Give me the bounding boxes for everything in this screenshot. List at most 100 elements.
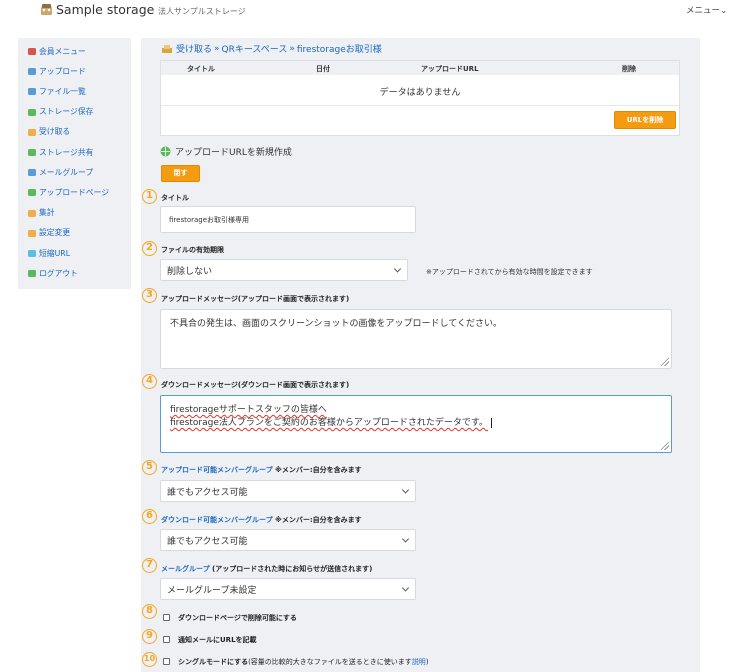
expiry-note: ※アップロードされてから有効な時間を設定できます [426, 268, 593, 276]
sidebar-item-label: アップロード [39, 66, 86, 76]
sidebar-item-mail-group[interactable]: メールグループ [27, 165, 93, 179]
resize-handle-icon[interactable] [661, 358, 669, 366]
url-in-notification-label[interactable]: 通知メールにURLを記載 [178, 635, 257, 645]
sidebar-item-short-url[interactable]: 短縮URL [27, 246, 70, 260]
mail-group-select[interactable]: メールグループ未設定 [160, 578, 416, 600]
breadcrumb-separator: » [214, 43, 220, 54]
download-message-line-1: firestorageサポートスタッフの皆様へ [170, 405, 327, 415]
chevron-down-icon [401, 535, 410, 543]
member-icon [27, 46, 37, 56]
sidebar-item-label: ストレージ保存 [39, 107, 94, 117]
sidebar-item-storage-share[interactable]: ストレージ共有 [27, 145, 93, 159]
step-number-8: 8 [142, 604, 157, 619]
close-button[interactable]: 閉す [161, 165, 200, 182]
logo[interactable]: Sample storage [40, 2, 154, 17]
sidebar-item-label: メールグループ [39, 167, 94, 177]
sidebar-item-logout[interactable]: ログアウト [27, 266, 78, 280]
breadcrumb-item-qr-keyspace[interactable]: QRキースペース [222, 42, 288, 55]
sidebar-item-label: ストレージ共有 [39, 147, 94, 157]
breadcrumb-item-current[interactable]: firestorageお取引様 [297, 42, 382, 55]
download-member-group-link[interactable]: ダウンロード可能メンバーグループ [161, 516, 273, 524]
single-mode-note-end: ) [425, 658, 429, 666]
breadcrumb: 受け取る » QRキースペース » firestorageお取引様 [161, 42, 382, 55]
delete-on-download-page-label[interactable]: ダウンロードページで削除可能にする [178, 613, 297, 623]
upload-message-textarea[interactable]: 不具合の発生は、画面のスクリーンショットの画像をアップロードしてください。 [160, 309, 672, 369]
top-header: Sample storage 法人サンプルストレージ メニュー⌄ [0, 0, 746, 22]
sidebar-item-label: ログアウト [39, 268, 78, 278]
delete-url-button[interactable]: URLを削除 [614, 111, 676, 129]
resize-handle-icon[interactable] [661, 442, 669, 450]
chevron-down-icon [393, 265, 402, 273]
column-upload-url: アップロードURL [421, 65, 479, 73]
mail-group-value: メールグループ未設定 [167, 585, 257, 596]
logo-text: Sample storage [56, 2, 155, 17]
storage-share-icon [27, 147, 37, 157]
sidebar-item-upload[interactable]: アップロード [27, 64, 86, 78]
single-mode-label: シングルモードにする(容量の比較的大きなファイルを送るときに使います説明) [178, 657, 429, 667]
chevron-down-icon [401, 486, 410, 494]
download-member-group-value: 誰でもアクセス可能 [167, 536, 248, 547]
expiry-select-value: 削除しない [167, 266, 213, 277]
upload-message-label: アップロードメッセージ(アップロード画面で表示されます) [161, 295, 350, 303]
sidebar-item-settings[interactable]: 設定変更 [27, 226, 70, 240]
expiry-select[interactable]: 削除しない [160, 259, 408, 281]
storage-save-icon [27, 107, 37, 117]
new-upload-url-header: アップロードURLを新規作成 [160, 145, 292, 158]
breadcrumb-item-receive[interactable]: 受け取る [176, 42, 212, 55]
upload-page-icon [27, 187, 37, 197]
step-number-2: 2 [142, 241, 157, 256]
step-number-10: 10 [142, 652, 157, 667]
sidebar-item-label: ファイル一覧 [39, 86, 86, 96]
stats-icon [27, 208, 37, 218]
table-divider [161, 105, 679, 106]
upload-member-group-note: ※メンバー:自分を含みます [272, 466, 362, 474]
url-in-notification-checkbox[interactable] [163, 636, 170, 643]
sidebar-item-stats[interactable]: 集計 [27, 206, 55, 220]
receive-icon [27, 127, 37, 137]
single-mode-text[interactable]: シングルモードにする [178, 658, 248, 666]
upload-member-group-select[interactable]: 誰でもアクセス可能 [160, 480, 416, 502]
sidebar-item-storage-save[interactable]: ストレージ保存 [27, 105, 93, 119]
delete-on-download-page-checkbox[interactable] [163, 614, 170, 621]
table-header: タイトル 日付 アップロードURL 削除 [161, 61, 679, 75]
upload-member-group-label: アップロード可能メンバーグループ ※メンバー:自分を含みます [161, 465, 362, 475]
single-mode-note: (容量の比較的大きなファイルを送るときに使います [248, 658, 412, 666]
short-url-icon [27, 248, 37, 258]
logout-icon [27, 268, 37, 278]
top-menu-dropdown[interactable]: メニュー⌄ [686, 4, 727, 16]
column-title: タイトル [187, 65, 215, 73]
step-number-3: 3 [142, 288, 157, 303]
mail-group-link[interactable]: メールグループ [161, 565, 210, 573]
single-mode-checkbox[interactable] [163, 658, 170, 665]
column-delete: 削除 [622, 65, 636, 73]
file-list-icon [27, 86, 37, 96]
upload-url-table: タイトル 日付 アップロードURL 削除 データはありません URLを削除 [160, 60, 680, 136]
step-number-9: 9 [142, 629, 157, 644]
chevron-down-icon: ⌄ [720, 6, 728, 16]
step-number-4: 4 [142, 374, 157, 389]
download-message-label: ダウンロードメッセージ(ダウンロード画面で表示されます) [161, 381, 350, 389]
title-input[interactable]: firestorageお取引様専用 [160, 206, 416, 233]
download-message-textarea[interactable]: firestorageサポートスタッフの皆様へ firestorage法人プラン… [160, 395, 672, 453]
chevron-down-icon [401, 584, 410, 592]
sidebar-item-member[interactable]: 会員メニュー [27, 44, 86, 58]
sidebar-item-file-list[interactable]: ファイル一覧 [27, 84, 86, 98]
sidebar-item-label: アップロードページ [39, 187, 110, 197]
sidebar-item-receive[interactable]: 受け取る [27, 125, 70, 139]
globe-icon [160, 146, 171, 157]
empty-state-text: データはありません [379, 88, 461, 98]
breadcrumb-separator: » [289, 43, 295, 54]
step-number-1: 1 [142, 189, 157, 204]
upload-icon [27, 66, 37, 76]
step-number-7: 7 [142, 558, 157, 573]
sidebar-item-upload-page[interactable]: アップロードページ [27, 185, 109, 199]
sidebar-item-label: 会員メニュー [39, 46, 86, 56]
download-member-group-label: ダウンロード可能メンバーグループ ※メンバー:自分を含みます [161, 515, 362, 525]
mail-group-label: メールグループ (アップロードされた時にお知らせが送信されます) [161, 564, 372, 574]
download-member-group-select[interactable]: 誰でもアクセス可能 [160, 529, 416, 551]
single-mode-help-link[interactable]: 説明 [412, 658, 426, 666]
sidebar-item-label: 受け取る [39, 127, 71, 137]
title-label: タイトル [161, 194, 189, 202]
sidebar-item-label: 集計 [39, 208, 55, 218]
upload-member-group-link[interactable]: アップロード可能メンバーグループ [161, 466, 273, 474]
